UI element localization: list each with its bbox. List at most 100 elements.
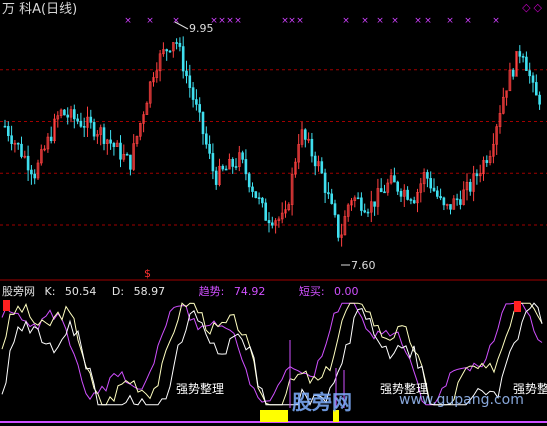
corner-diamond-icons[interactable]: ◇◇ xyxy=(522,2,545,13)
d-value: 58.97 xyxy=(133,285,166,298)
watermark-logo: 股旁网 xyxy=(292,390,352,414)
candle-body xyxy=(399,190,403,197)
candle-body xyxy=(360,197,363,211)
x-mark: × xyxy=(424,16,432,26)
x-mark: × xyxy=(226,16,234,26)
chart-title: 万 科A(日线) xyxy=(2,2,78,17)
candle-body xyxy=(356,197,360,200)
dollar-signal-icon: $ xyxy=(144,267,151,280)
candle-body xyxy=(201,111,205,135)
candle-body xyxy=(396,181,400,192)
candle-body xyxy=(261,197,264,204)
zone-label: 强势整理 xyxy=(176,382,225,396)
candle-body xyxy=(76,118,79,122)
candle-body xyxy=(7,126,10,136)
candle-body xyxy=(63,109,66,116)
candle-body xyxy=(459,199,462,205)
candle-body xyxy=(468,181,472,192)
candle-body xyxy=(267,220,271,224)
candle-body xyxy=(73,109,76,120)
x-mark: × xyxy=(414,16,422,26)
candle-body xyxy=(435,190,439,197)
candle-body xyxy=(79,120,83,127)
candle-body xyxy=(89,116,93,123)
candle-body xyxy=(119,142,122,160)
x-mark: × xyxy=(124,16,132,26)
candle-body xyxy=(320,161,324,174)
candle-body xyxy=(188,75,192,88)
candle-body xyxy=(49,136,53,142)
candle-body xyxy=(165,49,168,52)
signal-marker xyxy=(514,301,521,312)
candle-body xyxy=(442,197,446,206)
candle-body xyxy=(82,126,86,128)
candle-body xyxy=(538,94,541,105)
candle-body xyxy=(198,104,201,113)
candle-body xyxy=(323,172,327,193)
indicator-name: 股旁网 xyxy=(2,285,35,298)
candle-body xyxy=(20,143,23,157)
candle-body xyxy=(244,159,248,175)
x-mark: × xyxy=(218,16,226,26)
candle-body xyxy=(247,173,251,188)
candle-body xyxy=(26,155,30,171)
candle-body xyxy=(475,173,479,177)
candle-body xyxy=(426,172,429,179)
candle-body xyxy=(373,201,376,207)
yellow-bar xyxy=(260,410,288,422)
trend-value: 74.92 xyxy=(233,285,266,298)
candle-body xyxy=(363,210,367,213)
candle-body xyxy=(16,142,20,145)
candle-body xyxy=(211,153,215,172)
candle-body xyxy=(270,222,274,226)
candle-body xyxy=(525,56,528,71)
candle-body xyxy=(231,159,234,167)
candle-body xyxy=(129,154,132,170)
shortbuy-label: 短买: xyxy=(298,285,325,298)
candle-body xyxy=(455,198,459,201)
candle-body xyxy=(195,99,198,105)
candlestick-series xyxy=(3,36,541,247)
indicator-readout: 股旁网 K: 50.54 D: 58.97 趋势: 74.92 短买: 0.00 xyxy=(2,286,371,297)
candle-body xyxy=(168,50,172,53)
candle-body xyxy=(521,56,525,58)
candle-body xyxy=(379,188,383,193)
candle-body xyxy=(432,187,436,192)
candle-body xyxy=(254,191,258,198)
k-line xyxy=(1,302,543,406)
candle-body xyxy=(224,168,228,171)
candle-body xyxy=(185,70,188,77)
candle-body xyxy=(264,202,268,221)
chart-canvas: × × × × × × × × × × × × × × × × × × × xyxy=(0,16,547,423)
low-price-label: 7.60 xyxy=(351,259,376,272)
candle-body xyxy=(393,175,396,183)
candle-body xyxy=(303,129,307,140)
candle-body xyxy=(409,199,413,201)
x-mark: × xyxy=(464,16,472,26)
candle-body xyxy=(313,155,317,167)
candle-body xyxy=(333,203,337,216)
candle-body xyxy=(528,70,532,77)
candle-body xyxy=(449,204,452,210)
candle-body xyxy=(102,127,106,144)
candle-body xyxy=(109,139,112,144)
x-mark: × xyxy=(342,16,350,26)
candle-body xyxy=(214,170,218,185)
candle-body xyxy=(485,160,489,163)
candle-body xyxy=(429,178,433,189)
d-label: D: xyxy=(111,285,125,298)
candle-body xyxy=(366,211,370,214)
x-mark: × xyxy=(492,16,500,26)
x-mark: × xyxy=(288,16,296,26)
candle-body xyxy=(92,122,96,137)
candle-body xyxy=(10,135,13,144)
shortbuy-value: 0.00 xyxy=(334,285,359,298)
candle-body xyxy=(310,138,314,157)
k-value: 50.54 xyxy=(64,285,97,298)
candle-body xyxy=(3,125,7,128)
candle-body xyxy=(406,189,409,200)
high-price-label: 9.95 xyxy=(189,22,214,35)
candle-body xyxy=(534,82,538,96)
candle-body xyxy=(181,46,185,72)
candle-body xyxy=(518,51,522,57)
